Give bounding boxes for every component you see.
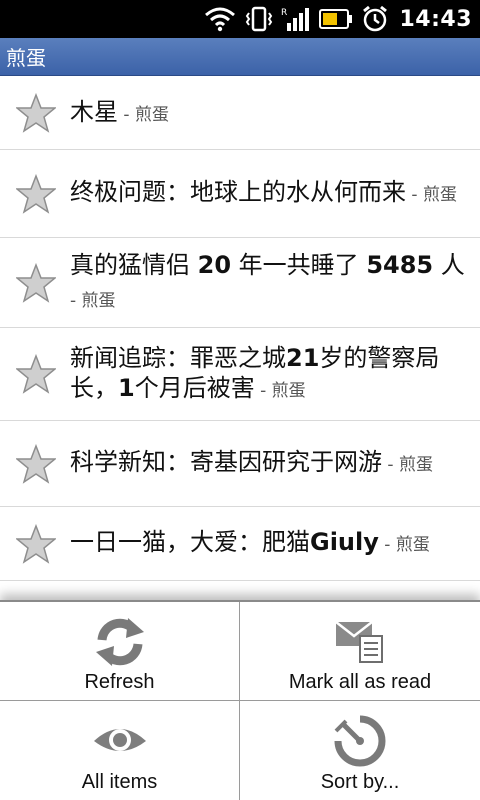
star-icon[interactable] [16,93,56,133]
star-icon[interactable] [16,443,56,484]
battery-icon [319,9,353,29]
list-item[interactable]: 真的猛情侣 20 年一共睡了 5485 人 - 煎蛋 [0,238,480,328]
refresh-button[interactable]: Refresh [0,602,240,701]
svg-text:R: R [281,8,287,18]
refresh-icon [95,618,144,666]
item-title: 科学新知：寄基因研究于网游 - 煎蛋 [70,448,433,476]
mark-read-icon [335,621,383,663]
item-source: 煎蛋 [422,185,457,205]
item-source: 煎蛋 [81,290,116,311]
item-source: 煎蛋 [134,104,169,125]
all-items-label: All items [81,771,158,793]
alarm-icon [363,5,388,32]
mark-all-read-label: Mark all as read [288,671,432,693]
sort-by-label: Sort by... [320,771,400,793]
list-item[interactable]: 一日一猫，大爱：肥猫Giuly - 煎蛋 [0,507,480,581]
item-source: 煎蛋 [271,380,306,401]
item-title: 木星 - 煎蛋 [70,97,169,126]
sort-icon [334,715,386,767]
app-title-bar: 煎蛋 [0,38,480,76]
star-icon[interactable] [16,173,56,214]
options-menu: Refresh Mark all as read All items Sort … [0,600,480,800]
list-item[interactable]: 木星 - 煎蛋 [0,77,480,150]
signal-icon: R [281,8,310,31]
mark-all-read-button[interactable]: Mark all as read [240,602,480,701]
star-icon[interactable] [16,523,56,564]
list-item[interactable]: 科学新知：寄基因研究于网游 - 煎蛋 [0,421,480,507]
item-title: 终极问题：地球上的水从何而来 - 煎蛋 [70,178,457,206]
star-icon[interactable] [16,354,56,394]
all-items-button[interactable]: All items [0,701,240,800]
item-title: 真的猛情侣 20 年一共睡了 5485 人 - 煎蛋 [70,250,465,311]
app-title: 煎蛋 [6,46,46,70]
list-item[interactable]: 终极问题：地球上的水从何而来 - 煎蛋 [0,150,480,238]
item-source: 煎蛋 [395,535,430,555]
star-icon[interactable] [16,262,56,303]
item-title: 一日一猫，大爱：肥猫Giuly - 煎蛋 [70,528,430,556]
refresh-label: Refresh [84,671,155,693]
eye-icon [93,729,146,751]
clock: 14:43 [399,6,472,32]
vibrate-icon [246,6,273,32]
wifi-icon [205,7,236,32]
item-title: 新闻追踪：罪恶之城21岁的警察局长，1个月后被害 - 煎蛋 [70,343,440,402]
item-source: 煎蛋 [398,455,433,475]
list-item[interactable]: 新闻追踪：罪恶之城21岁的警察局长，1个月后被害 - 煎蛋 [0,328,480,421]
sort-by-button[interactable]: Sort by... [240,701,480,800]
status-bar: R 14:43 [0,0,480,38]
feed-list: 木星 - 煎蛋 终极问题：地球上的水从何而来 - 煎蛋 真的猛情侣 20 年一共… [0,77,480,581]
